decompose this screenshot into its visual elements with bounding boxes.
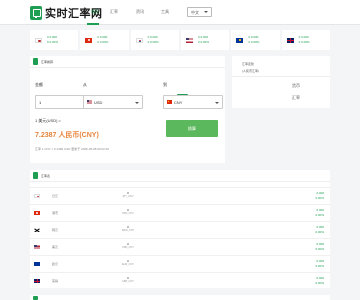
nav-item-tools[interactable]: 工具 [161, 9, 169, 15]
logo-icon [30, 6, 42, 20]
table-row[interactable]: 港币 0 HKD_CNY 0.000 0.00% [30, 204, 330, 221]
to-label: 到 [163, 82, 167, 87]
korea-flag-icon [34, 228, 40, 232]
rate-list-title: 汇率表 [41, 173, 51, 178]
hongkong-flag-icon [34, 211, 40, 215]
uk-flag-icon [286, 37, 294, 43]
usa-flag-icon [34, 245, 40, 249]
table-row[interactable]: 韩元 0 KRW_CNY 0.000 0.00% [30, 221, 330, 238]
table-row[interactable]: 日元 0 JPY_CNY 0.000 0.00% [30, 187, 330, 204]
usa-flag-icon [87, 100, 92, 104]
convert-button[interactable]: 换算 [166, 120, 218, 137]
from-currency-select[interactable]: USD [83, 95, 143, 109]
language-select[interactable]: 中文 [187, 7, 212, 17]
side-subtitle: (人民币汇率) [242, 69, 259, 73]
korea-flag-icon [135, 37, 143, 43]
eu-flag-icon [34, 262, 40, 266]
uk-flag-icon [34, 279, 40, 283]
side-col-rate: 汇率 [292, 95, 300, 100]
side-col-currency: 货币 [292, 83, 300, 88]
ticker-card-jpy[interactable]: 0 0.000 0 0.00% [30, 30, 79, 50]
converter-panel: 汇率换算 金额 从 到 1 USD ⇄ CNY 1 美元(USD) = 7.23… [30, 56, 225, 163]
top-header: 实时汇率网 首页 汇率 资讯 工具 中文 [0, 0, 360, 25]
converter-title: 汇率换算 [41, 59, 54, 64]
result-inverse-rate: 汇率 1 CNY = 0.1382 USD 更新于 2025-05-08 03:… [35, 147, 109, 151]
table-row[interactable]: 欧元 0 EUR_CNY 0.000 0.00% [30, 255, 330, 272]
panel-icon [33, 296, 38, 300]
result-base: 1 美元(USD) = [35, 118, 61, 123]
usa-flag-icon [185, 37, 193, 43]
to-currency-select[interactable]: CNY [163, 95, 223, 109]
ticker-card-eur[interactable]: 0 0.000 0 0.00% [231, 30, 280, 50]
next-panel [30, 295, 330, 300]
ticker-card-krw[interactable]: 0 0.000 0 0.00% [130, 30, 179, 50]
china-flag-icon [167, 100, 172, 104]
ticker-card-usd[interactable]: 0 0.000 0 0.00% [180, 30, 230, 50]
nav-item-home[interactable]: 首页 [91, 9, 99, 15]
side-title: 汇率走势 [242, 62, 255, 66]
nav-active-indicator [87, 23, 99, 25]
calculator-icon [33, 58, 38, 65]
nav-item-rates[interactable]: 汇率 [110, 9, 118, 15]
nav-item-news[interactable]: 资讯 [136, 9, 144, 15]
ticker-card-hkd[interactable]: 0 0.000 0 0.00% [80, 30, 129, 50]
from-label: 从 [83, 82, 87, 87]
result-value: 7.2387 人民币(CNY) [35, 132, 99, 139]
amount-label: 金额 [35, 82, 43, 87]
eu-flag-icon [236, 37, 244, 43]
japan-flag-icon [35, 37, 42, 43]
side-panel: 汇率走势 (人民币汇率) 货币 汇率 [232, 56, 330, 108]
rate-ticker: 0 0.000 0 0.00% 0 0.000 0 0.00% 0 0.000 0 0… [30, 30, 330, 50]
table-icon [33, 172, 38, 179]
table-row[interactable]: 英镑 0 GBP_CNY 0.000 0.00% [30, 272, 330, 289]
hongkong-flag-icon [85, 37, 93, 43]
rate-list-panel: 汇率表 日元 0 JPY_CNY 0.000 0.00% 港币 0 HKD_CNY 0… [30, 170, 330, 288]
japan-flag-icon [34, 194, 40, 198]
ticker-card-gbp[interactable]: 0 0.000 0 0.00% [281, 30, 330, 50]
table-row[interactable]: 美元 0 USD_CNY 0.000 0.00% [30, 238, 330, 255]
